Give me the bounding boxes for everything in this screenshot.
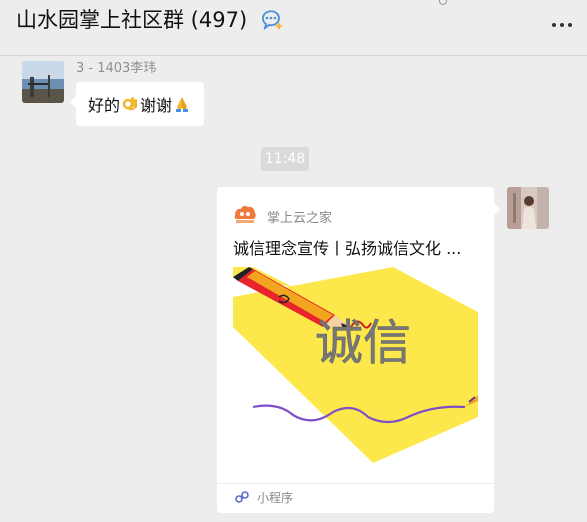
message-text-thanks: 谢谢: [140, 96, 173, 115]
message-bubble[interactable]: 好的 谢谢: [69, 82, 205, 126]
group-chat-icon[interactable]: [259, 8, 285, 30]
folded-hands-emoji-icon: [176, 97, 189, 112]
window-edge-indicator: [439, 0, 447, 5]
card-title: 诚信理念宣传丨弘扬诚信文化 ...: [233, 239, 462, 258]
app-logo-icon: [234, 205, 256, 223]
card-image-text: 诚信: [315, 315, 411, 371]
sender-avatar[interactable]: [22, 61, 64, 103]
chat-title[interactable]: 山水园掌上社区群 (497): [16, 4, 247, 34]
message-text: 好的: [88, 96, 121, 115]
mini-program-icon: [235, 491, 249, 503]
time-separator: 11:48: [261, 147, 309, 171]
sender-name: 3 - 1403李玮: [76, 61, 157, 76]
chat-header: 山水园掌上社区群 (497): [0, 0, 587, 56]
mini-program-card[interactable]: 掌上云之家 诚信理念宣传丨弘扬诚信文化 ... 诚信 小程序: [217, 187, 500, 513]
card-app-name: 掌上云之家: [267, 211, 333, 226]
ok-hand-emoji-icon: [122, 97, 138, 111]
card-divider: [217, 483, 494, 484]
mini-program-label: 小程序: [257, 491, 294, 505]
own-avatar[interactable]: [507, 187, 549, 229]
card-cover-image: 诚信: [233, 267, 478, 463]
more-icon[interactable]: [551, 16, 573, 28]
